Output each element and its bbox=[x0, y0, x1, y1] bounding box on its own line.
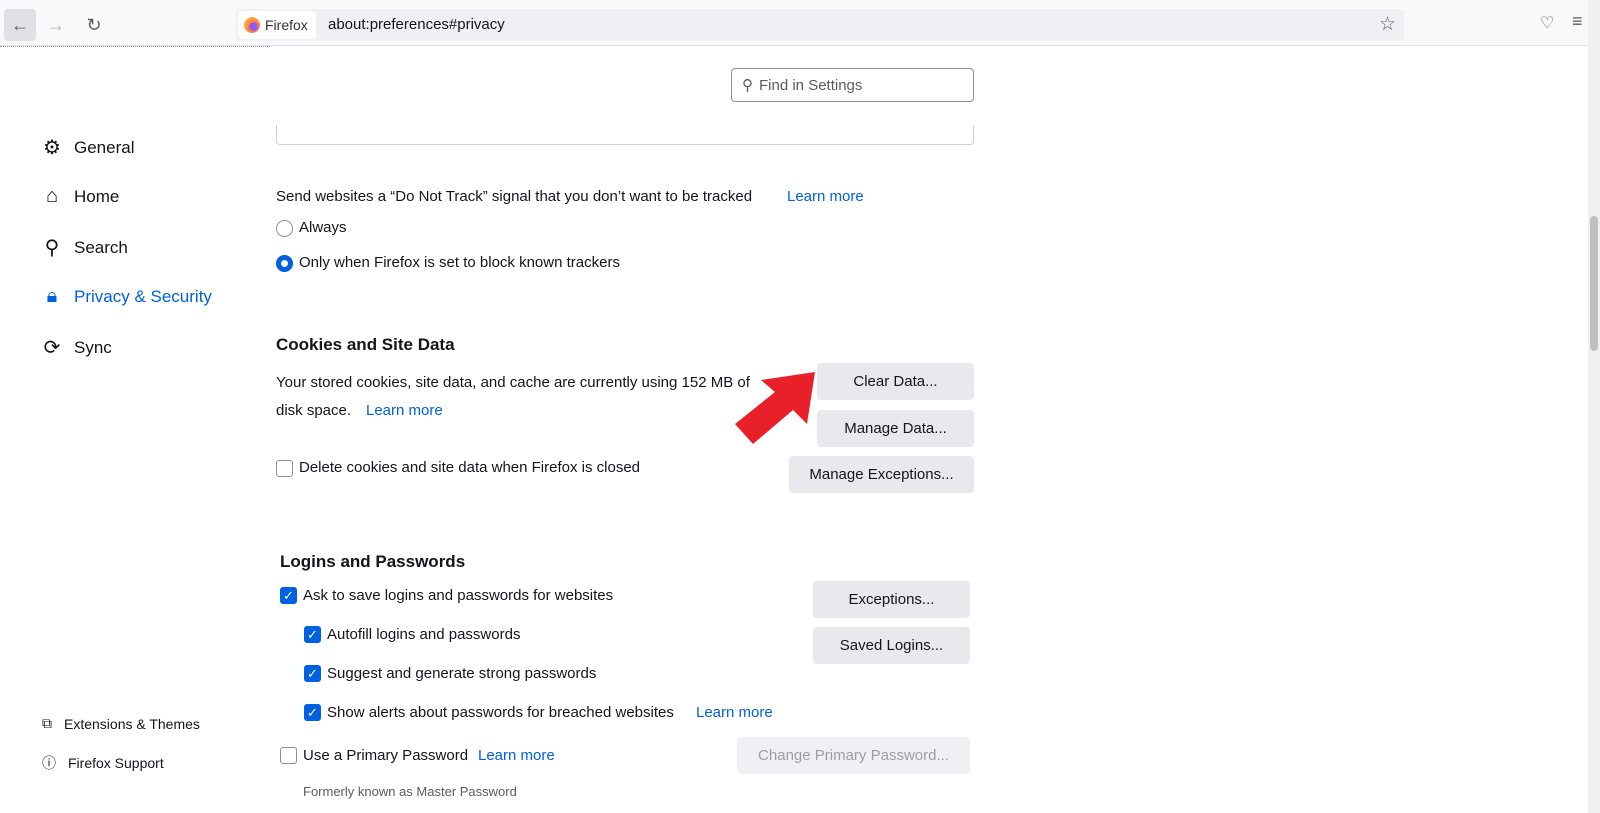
sidebar-item-sync[interactable]: ⟳ Sync bbox=[40, 335, 112, 360]
sidebar-label: Search bbox=[74, 237, 128, 257]
red-arrow-annotation-icon bbox=[735, 372, 815, 444]
change-primary-password-button: Change Primary Password... bbox=[737, 737, 970, 774]
suggest-passwords-checkbox[interactable]: ✓ bbox=[304, 665, 321, 682]
sidebar-label: Privacy & Security bbox=[74, 286, 212, 306]
help-icon: ⓘ bbox=[42, 755, 56, 771]
dnt-only-radio[interactable] bbox=[276, 255, 293, 272]
forward-button[interactable]: → bbox=[40, 9, 72, 41]
menu-icon[interactable]: ≡ bbox=[1572, 11, 1583, 32]
sidebar-item-privacy[interactable]: 🔒︎ Privacy & Security bbox=[40, 285, 212, 308]
url-bar[interactable]: Firefox about:preferences#privacy ☆ bbox=[236, 9, 1404, 41]
scrollbar-thumb[interactable] bbox=[1590, 216, 1598, 351]
manage-data-button[interactable]: Manage Data... bbox=[817, 410, 974, 447]
cookies-learn-more[interactable]: Learn more bbox=[366, 402, 443, 419]
sidebar-item-home[interactable]: ⌂ Home bbox=[40, 185, 119, 208]
cookies-heading: Cookies and Site Data bbox=[276, 335, 455, 354]
sync-icon: ⟳ bbox=[43, 337, 61, 359]
divider bbox=[0, 46, 270, 47]
login-exceptions-button[interactable]: Exceptions... bbox=[813, 581, 970, 618]
sidebar-label: Home bbox=[74, 186, 120, 206]
search-input[interactable]: ⚲ Find in Settings bbox=[731, 68, 974, 102]
browser-toolbar: ← → ↻ Firefox about:preferences#privacy … bbox=[0, 0, 1600, 46]
ask-save-logins-checkbox[interactable]: ✓ bbox=[280, 587, 297, 604]
gear-icon: ⚙ bbox=[43, 137, 61, 159]
firefox-support-link[interactable]: ⓘ Firefox Support bbox=[42, 753, 164, 773]
delete-cookies-checkbox[interactable] bbox=[276, 460, 293, 477]
puzzle-icon: ⧉ bbox=[42, 715, 52, 731]
pocket-icon[interactable]: ♡ bbox=[1540, 13, 1554, 33]
search-placeholder: Find in Settings bbox=[759, 76, 863, 94]
logins-heading: Logins and Passwords bbox=[280, 552, 466, 571]
ask-save-logins-label[interactable]: Ask to save logins and passwords for web… bbox=[303, 587, 613, 604]
dnt-always-radio[interactable] bbox=[276, 220, 293, 237]
search-icon: ⚲ bbox=[44, 237, 60, 259]
back-button[interactable]: ← bbox=[4, 9, 36, 41]
sidebar-item-search[interactable]: ⚲ Search bbox=[40, 235, 128, 260]
breach-alerts-checkbox[interactable]: ✓ bbox=[304, 704, 321, 721]
search-icon: ⚲ bbox=[742, 77, 753, 94]
dnt-always-label[interactable]: Always bbox=[299, 219, 347, 236]
cookies-description-2: disk space. bbox=[276, 402, 352, 419]
lock-icon: 🔒︎ bbox=[46, 285, 58, 307]
bookmark-star-icon[interactable]: ☆ bbox=[1379, 13, 1396, 36]
autofill-checkbox[interactable]: ✓ bbox=[304, 626, 321, 643]
primary-password-label[interactable]: Use a Primary Password bbox=[303, 747, 468, 764]
dnt-description: Send websites a “Do Not Track” signal th… bbox=[276, 188, 753, 205]
manage-exceptions-button[interactable]: Manage Exceptions... bbox=[789, 456, 974, 493]
firefox-logo-icon bbox=[244, 17, 260, 33]
dnt-learn-more[interactable]: Learn more bbox=[787, 188, 864, 205]
primary-password-learn-more[interactable]: Learn more bbox=[478, 747, 555, 764]
sidebar-item-general[interactable]: ⚙ General bbox=[40, 135, 134, 160]
formerly-master-password-note: Formerly known as Master Password bbox=[303, 784, 517, 799]
identity-box[interactable]: Firefox bbox=[238, 11, 316, 39]
extensions-themes-link[interactable]: ⧉ Extensions & Themes bbox=[42, 715, 200, 732]
identity-label: Firefox bbox=[265, 17, 308, 33]
dnt-only-label[interactable]: Only when Firefox is set to block known … bbox=[299, 254, 620, 271]
url-text[interactable]: about:preferences#privacy bbox=[328, 16, 505, 33]
saved-logins-button[interactable]: Saved Logins... bbox=[813, 627, 970, 664]
suggest-passwords-label[interactable]: Suggest and generate strong passwords bbox=[327, 665, 596, 682]
breach-alerts-label[interactable]: Show alerts about passwords for breached… bbox=[327, 704, 674, 721]
delete-cookies-label[interactable]: Delete cookies and site data when Firefo… bbox=[299, 459, 640, 476]
primary-password-checkbox[interactable] bbox=[280, 747, 297, 764]
previous-section-box bbox=[276, 125, 974, 145]
scrollbar[interactable] bbox=[1588, 0, 1600, 813]
cookies-description: Your stored cookies, site data, and cach… bbox=[276, 374, 750, 391]
footer-label: Extensions & Themes bbox=[64, 715, 200, 732]
sidebar-label: Sync bbox=[74, 337, 112, 357]
reload-button[interactable]: ↻ bbox=[78, 9, 110, 41]
footer-label: Firefox Support bbox=[68, 755, 164, 771]
sidebar-label: General bbox=[74, 137, 135, 157]
autofill-label[interactable]: Autofill logins and passwords bbox=[327, 626, 520, 643]
breach-alerts-learn-more[interactable]: Learn more bbox=[696, 704, 773, 721]
home-icon: ⌂ bbox=[45, 185, 59, 207]
clear-data-button[interactable]: Clear Data... bbox=[817, 363, 974, 400]
